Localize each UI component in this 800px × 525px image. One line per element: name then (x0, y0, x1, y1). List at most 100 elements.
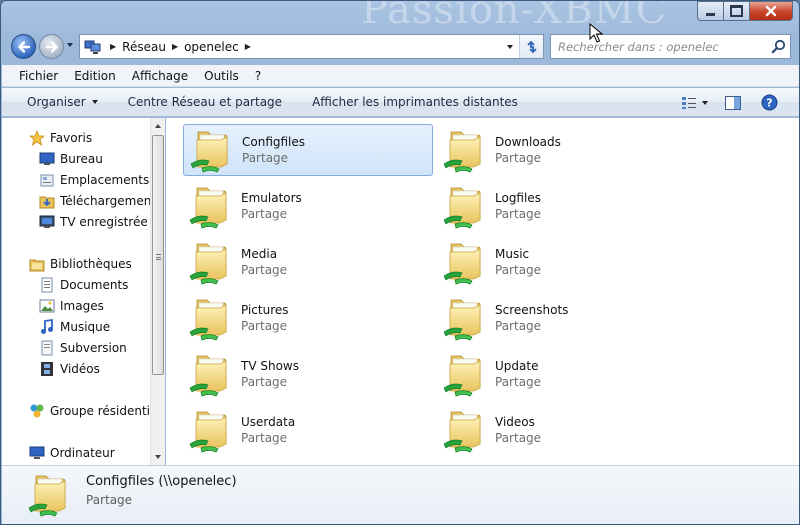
sidebar-item-recent[interactable]: Emplacements récents (38, 171, 150, 188)
organise-button[interactable]: Organiser (2, 88, 105, 116)
menu-edit[interactable]: Edition (66, 69, 124, 83)
view-options-icon[interactable] (678, 92, 700, 114)
share-tile[interactable]: Pictures Partage (183, 292, 433, 344)
sidebar-item-label: Téléchargements (60, 193, 150, 208)
share-name: Userdata (241, 415, 296, 429)
caption-buttons (697, 1, 793, 21)
shared-folder-icon (187, 350, 235, 398)
images-icon (38, 297, 55, 314)
minimize-button[interactable] (697, 1, 723, 21)
remote-printers-button[interactable]: Afficher les imprimantes distantes (305, 88, 525, 116)
close-button[interactable] (749, 1, 793, 21)
share-name: Media (241, 247, 278, 261)
search-input[interactable] (551, 36, 761, 57)
sidebar-computer-label: Ordinateur (50, 445, 115, 460)
share-tile[interactable]: Media Partage (183, 236, 433, 288)
shared-folder-icon (441, 238, 489, 286)
share-name: Configfiles (242, 135, 306, 149)
back-button[interactable] (11, 34, 36, 59)
star-icon (28, 129, 45, 146)
sidebar-favorites-label: Favoris (50, 130, 93, 145)
network-center-button[interactable]: Centre Réseau et partage (121, 88, 289, 116)
content-pane: Configfiles Partage Downloads Partage Emul… (166, 118, 799, 465)
shared-folder-icon (441, 126, 489, 174)
share-name: Update (495, 359, 539, 373)
sidebar-item-recorded-tv[interactable]: TV enregistrée (38, 213, 148, 230)
shared-folder-icon (187, 294, 235, 342)
menu-view[interactable]: Affichage (124, 69, 196, 83)
downloads-folder-icon (38, 192, 55, 209)
share-tile[interactable]: Update Partage (437, 348, 687, 400)
recorded-tv-icon (38, 213, 55, 230)
documents-icon (38, 276, 55, 293)
menu-tools[interactable]: Outils (196, 69, 247, 83)
sidebar-item-documents[interactable]: Documents (38, 276, 128, 293)
sidebar-item-videos[interactable]: Vidéos (38, 360, 100, 377)
shared-folder-icon (187, 182, 235, 230)
music-icon (38, 318, 55, 335)
sidebar-item-images[interactable]: Images (38, 297, 104, 314)
network-icon (82, 36, 104, 58)
shared-folder-icon (441, 182, 489, 230)
share-name: Screenshots (495, 303, 569, 317)
navigation-scrollbar[interactable] (150, 118, 165, 465)
scroll-up-arrow-icon[interactable] (155, 124, 161, 128)
search-box[interactable] (550, 34, 791, 59)
sidebar-homegroup[interactable]: Groupe résidentiel (28, 402, 150, 419)
sidebar-item-subversion[interactable]: Subversion (38, 339, 127, 356)
sidebar-item-music[interactable]: Musique (38, 318, 110, 335)
share-tile[interactable]: Screenshots Partage (437, 292, 687, 344)
search-icon[interactable] (771, 39, 786, 54)
share-type: Partage (241, 431, 288, 445)
breadcrumb-separator-icon[interactable]: ▶ (245, 42, 251, 51)
share-type: Partage (241, 375, 288, 389)
scrollbar-thumb[interactable] (152, 135, 164, 375)
sidebar-homegroup-label: Groupe résidentiel (50, 403, 150, 418)
view-dropdown[interactable] (702, 100, 708, 105)
breadcrumb-network[interactable]: Réseau (122, 40, 166, 54)
arrow-left-icon (17, 40, 30, 53)
share-tile[interactable]: Music Partage (437, 236, 687, 288)
share-tile[interactable]: TV Shows Partage (183, 348, 433, 400)
share-tile[interactable]: Userdata Partage (183, 404, 433, 456)
refresh-button[interactable] (519, 35, 543, 58)
breadcrumb-separator-icon[interactable]: ▶ (110, 42, 116, 51)
shared-folder-icon (187, 406, 235, 454)
share-type: Partage (241, 263, 288, 277)
menu-bar: Fichier Edition Affichage Outils ? (2, 65, 799, 87)
recent-pages-dropdown[interactable] (67, 43, 73, 47)
breadcrumb-openelec[interactable]: openelec (184, 40, 239, 54)
details-title: Configfiles (\\openelec) (86, 474, 237, 489)
address-bar[interactable]: ▶ Réseau ▶ openelec ▶ (79, 34, 544, 59)
navigation-pane: Favoris Bureau Emplacements récents Télé… (2, 118, 150, 465)
help-icon[interactable]: ? (758, 92, 780, 114)
sidebar-libraries[interactable]: Bibliothèques (28, 255, 132, 272)
refresh-icon (526, 40, 537, 53)
chevron-down-icon (91, 100, 98, 104)
sidebar-item-downloads[interactable]: Téléchargements (38, 192, 150, 209)
share-name: Downloads (495, 135, 561, 149)
sidebar-computer[interactable]: Ordinateur (28, 444, 115, 461)
scroll-down-arrow-icon[interactable] (155, 455, 161, 459)
sidebar-favorites[interactable]: Favoris (28, 129, 92, 146)
preview-pane-icon[interactable] (722, 92, 744, 114)
homegroup-icon (28, 402, 45, 419)
share-tile[interactable]: Configfiles Partage (183, 124, 433, 176)
maximize-button[interactable] (723, 1, 749, 21)
desktop-icon (38, 150, 55, 167)
sidebar-item-label: Bureau (60, 151, 103, 166)
share-name: Music (495, 247, 530, 261)
address-history-dropdown[interactable] (503, 35, 517, 58)
share-tile[interactable]: Logfiles Partage (437, 180, 687, 232)
share-tile[interactable]: Emulators Partage (183, 180, 433, 232)
forward-button[interactable] (39, 34, 64, 59)
share-tile[interactable]: Videos Partage (437, 404, 687, 456)
sidebar-item-label: Emplacements récents (60, 172, 150, 187)
share-type: Partage (495, 431, 542, 445)
sidebar-item-desktop[interactable]: Bureau (38, 150, 103, 167)
shared-folder-icon (441, 294, 489, 342)
menu-file[interactable]: Fichier (2, 69, 66, 83)
share-tile[interactable]: Downloads Partage (437, 124, 687, 176)
breadcrumb-separator-icon[interactable]: ▶ (172, 42, 178, 51)
menu-help[interactable]: ? (247, 69, 269, 83)
